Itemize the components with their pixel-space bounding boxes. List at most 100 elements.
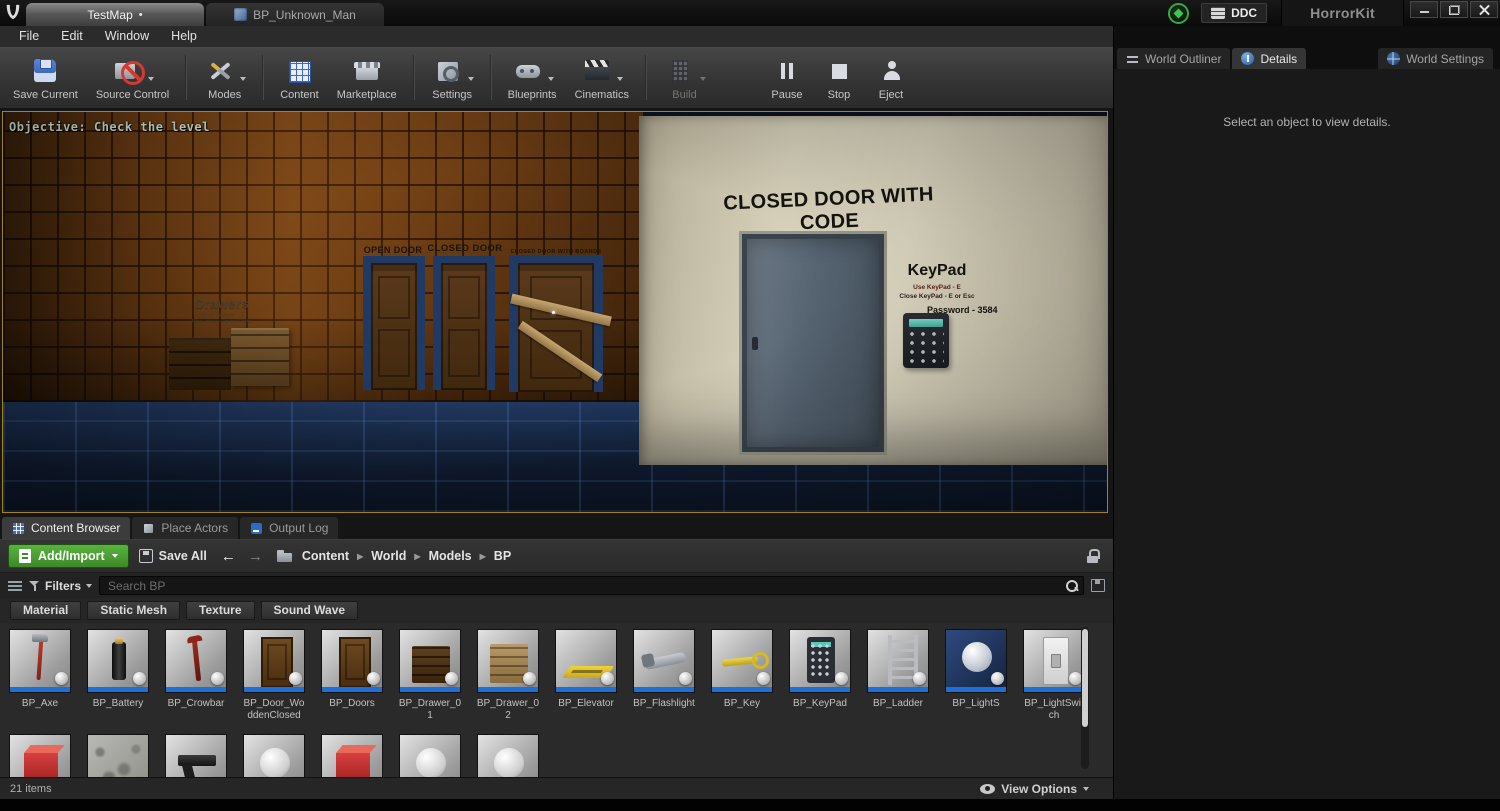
asset-state-badge: [55, 672, 68, 685]
save-search-icon[interactable]: [1091, 579, 1105, 592]
asset-state-badge: [601, 672, 614, 685]
filter-chip-static-mesh[interactable]: Static Mesh: [87, 601, 181, 620]
ddc-button[interactable]: DDC: [1201, 3, 1268, 23]
label-open-door: OPEN DOOR: [363, 245, 423, 255]
source-control-button[interactable]: Source Control: [87, 49, 178, 106]
asset-bp-ladder[interactable]: BP_Ladder: [866, 629, 930, 722]
menu-edit[interactable]: Edit: [50, 26, 94, 47]
back-button[interactable]: ←: [221, 548, 236, 565]
filter-chip-sound-wave[interactable]: Sound Wave: [260, 601, 359, 620]
content-button[interactable]: Content: [271, 49, 328, 106]
menu-window[interactable]: Window: [94, 26, 160, 47]
restore-button[interactable]: [1440, 1, 1468, 18]
add-import-button[interactable]: Add/Import: [8, 544, 129, 568]
view-options-button[interactable]: View Options: [980, 782, 1103, 796]
door-slab: [371, 263, 417, 390]
menu-file[interactable]: File: [8, 26, 50, 47]
lock-icon[interactable]: [1086, 549, 1100, 563]
save-all-button[interactable]: Save All: [138, 549, 207, 563]
asset-thumb-art: [166, 735, 226, 777]
filters-button[interactable]: Filters: [29, 578, 93, 593]
scrollbar-thumb[interactable]: [1082, 629, 1088, 727]
stop-button[interactable]: Stop: [813, 49, 865, 106]
blueprints-button[interactable]: Blueprints: [499, 49, 566, 106]
pause-button[interactable]: Pause: [761, 49, 813, 106]
crosshair-dot: [552, 311, 555, 314]
asset-thumbnail: [1023, 629, 1085, 693]
asset-bp-door-woddenclosed[interactable]: BP_Door_WoddenClosed: [242, 629, 306, 722]
filter-chip-material[interactable]: Material: [10, 601, 82, 620]
asset-bp-battery[interactable]: BP_Battery: [86, 629, 150, 722]
marketplace-icon: [350, 56, 384, 86]
close-button[interactable]: [1470, 1, 1498, 18]
filter-funnel-icon: [29, 580, 40, 591]
asset-bp-flashlight[interactable]: BP_Flashlight: [632, 629, 696, 722]
settings-button[interactable]: Settings: [422, 49, 483, 106]
place-actors-icon: [142, 522, 155, 535]
dropdown-arrow-icon: [111, 554, 118, 558]
asset-bp-keypad[interactable]: BP_KeyPad: [788, 629, 852, 722]
save-current-button[interactable]: Save Current: [4, 49, 87, 106]
marketplace-button[interactable]: Marketplace: [328, 49, 406, 106]
dresser-right: [231, 328, 289, 386]
search-input[interactable]: [99, 576, 1084, 595]
asset-state-badge: [367, 672, 380, 685]
asset-item[interactable]: [86, 734, 150, 777]
asset-bp-elevator[interactable]: BP_Elevator: [554, 629, 618, 722]
filters-label: Filters: [45, 578, 82, 593]
open-door: [363, 256, 425, 390]
asset-bp-drawer-02[interactable]: BP_Drawer_02: [476, 629, 540, 722]
tab-details[interactable]: Details: [1232, 48, 1307, 69]
asset-bp-crowbar[interactable]: BP_Crowbar: [164, 629, 228, 722]
asset-name: BP_Flashlight: [633, 698, 695, 709]
green-orb-icon[interactable]: [1168, 2, 1190, 24]
asset-item[interactable]: [8, 734, 72, 777]
asset-item[interactable]: [476, 734, 540, 777]
asset-bp-doors[interactable]: BP_Doors: [320, 629, 384, 722]
asset-item[interactable]: [164, 734, 228, 777]
menu-help[interactable]: Help: [160, 26, 208, 47]
breadcrumb-models[interactable]: Models: [429, 549, 472, 563]
asset-bp-axe[interactable]: BP_Axe: [8, 629, 72, 722]
asset-item[interactable]: [398, 734, 462, 777]
menu-bar: File Edit Window Help: [0, 26, 1113, 47]
dresser-left: [169, 338, 231, 390]
tab-world-settings[interactable]: World Settings: [1378, 48, 1493, 69]
asset-grid[interactable]: BP_Axe BP_Battery BP_Crowbar BP_Door_Wodden…: [0, 623, 1113, 777]
asset-bp-lightswitch[interactable]: BP_LightSwitch: [1022, 629, 1086, 722]
folder-icon: [276, 550, 292, 562]
unreal-logo[interactable]: [0, 0, 26, 26]
active-filter-chips: Material Static Mesh Texture Sound Wave: [0, 598, 1113, 623]
filter-chip-texture[interactable]: Texture: [186, 601, 255, 620]
asset-name: BP_Drawer_01: [398, 698, 462, 721]
breadcrumb-content[interactable]: Content: [302, 549, 349, 563]
asset-item[interactable]: [320, 734, 384, 777]
forward-button[interactable]: →: [248, 548, 263, 565]
asset-bp-key[interactable]: BP_Key: [710, 629, 774, 722]
editor-tab-testmap[interactable]: TestMap •: [26, 3, 204, 26]
minimize-button[interactable]: [1410, 1, 1438, 18]
asset-state-badge: [913, 672, 926, 685]
viewport-scene[interactable]: Drawers Open Drawer - E Move mouse Up an…: [3, 112, 1107, 512]
breadcrumb-bp[interactable]: BP: [494, 549, 511, 563]
breadcrumb-world[interactable]: World: [371, 549, 406, 563]
panel-tab-place-actors[interactable]: Place Actors: [132, 517, 239, 539]
content-browser-statusbar: 21 items View Options: [0, 777, 1113, 799]
blueprint-type-bar: [88, 687, 148, 692]
boarded-door: [509, 255, 612, 392]
panel-tab-output-log[interactable]: Output Log: [240, 517, 339, 539]
modes-button[interactable]: Modes: [194, 49, 255, 106]
asset-bp-drawer-01[interactable]: BP_Drawer_01: [398, 629, 462, 722]
sources-panel-icon[interactable]: [8, 580, 22, 592]
asset-thumbnail: [789, 629, 851, 693]
toolbar-button-label: Source Control: [95, 89, 170, 101]
eject-button[interactable]: Eject: [865, 49, 917, 106]
asset-item[interactable]: [242, 734, 306, 777]
editor-tab-bp-unknown-man[interactable]: BP_Unknown_Man: [206, 3, 384, 26]
tab-world-outliner[interactable]: World Outliner: [1117, 48, 1231, 69]
asset-bp-lights[interactable]: BP_LightS: [944, 629, 1008, 722]
viewport[interactable]: Drawers Open Drawer - E Move mouse Up an…: [2, 111, 1108, 513]
panel-tab-content-browser[interactable]: Content Browser: [2, 517, 131, 539]
cinematics-button[interactable]: Cinematics: [566, 49, 638, 106]
asset-grid-scrollbar[interactable]: [1081, 627, 1089, 769]
